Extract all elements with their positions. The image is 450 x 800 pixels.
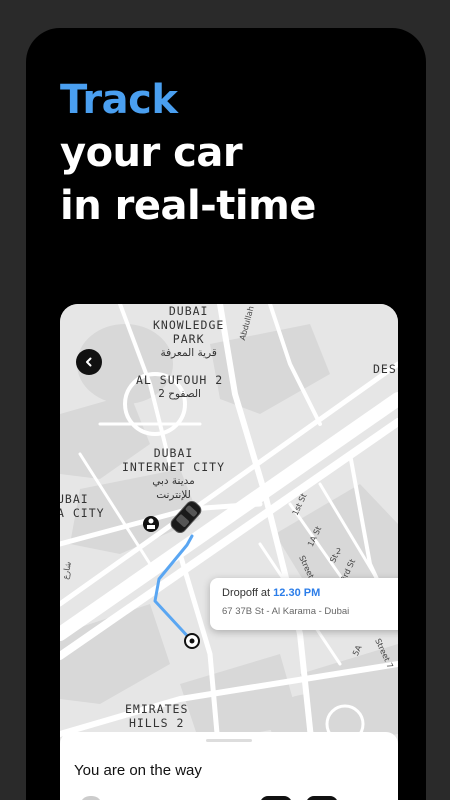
bottom-sheet[interactable]: You are on the way: [60, 732, 398, 800]
headline: Track your car in real-time: [60, 74, 316, 233]
dropoff-address: 67 37B St - Al Karama - Dubai: [222, 606, 350, 617]
map-label-internet-city: DUBAI INTERNET CITY مدينة دبي للإنترنت: [122, 446, 226, 501]
sheet-drag-handle[interactable]: [206, 739, 252, 742]
headline-line-3: in real-time: [60, 183, 316, 229]
street-label-2: 2: [336, 547, 342, 556]
map-label-al-sufouh: AL SUFOUH 2 الصفوح 2: [136, 373, 224, 400]
dropoff-card[interactable]: Dropoff at 12.30 PM 67 37B St - Al Karam…: [210, 578, 398, 630]
dropoff-label: Dropoff at: [222, 587, 271, 599]
sheet-action-button-2[interactable]: [306, 796, 338, 800]
destination-marker-icon: [184, 633, 200, 649]
driver-avatar: [80, 796, 102, 800]
dropoff-time: 12.30 PM: [273, 587, 321, 599]
map-label-des: DES: [373, 362, 397, 376]
dropoff-title: Dropoff at 12.30 PM: [222, 587, 398, 599]
back-button[interactable]: [76, 349, 102, 375]
driver-marker-icon: [143, 516, 159, 532]
sheet-action-button-1[interactable]: [260, 796, 292, 800]
headline-line-2: your car: [60, 130, 243, 176]
sheet-title: You are on the way: [74, 762, 202, 779]
map-label-media-city: UBAI A CITY: [60, 492, 105, 520]
map-label-emirates-hills: EMIRATES HILLS 2: [125, 702, 189, 730]
headline-accent: Track: [60, 77, 178, 123]
chevron-left-icon: [86, 357, 92, 367]
map-label-knowledge-park: DUBAI KNOWLEDGE PARK قرية المعرفة: [153, 304, 225, 359]
map-card: DUBAI KNOWLEDGE PARK قرية المعرفة AL SUF…: [60, 304, 398, 800]
map-canvas[interactable]: [60, 304, 398, 800]
